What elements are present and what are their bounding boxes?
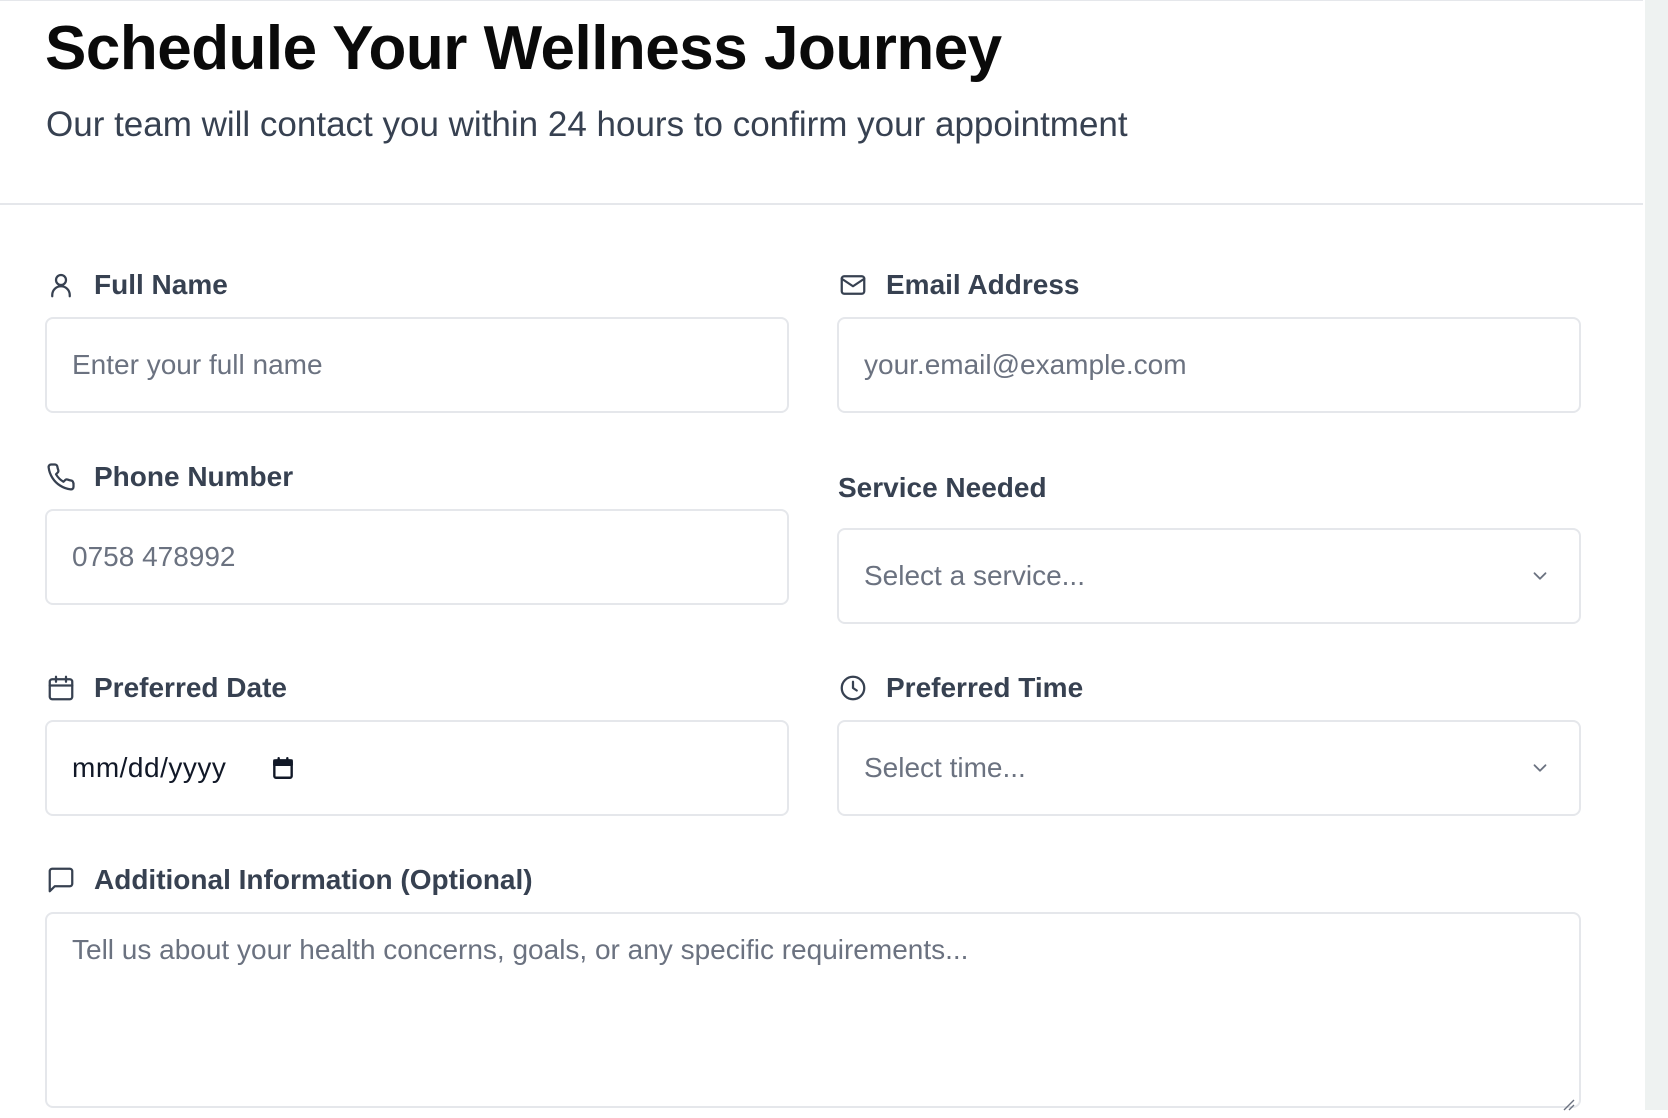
full-name-placeholder: Enter your full name bbox=[72, 349, 323, 380]
phone-input[interactable]: 0758 478992 bbox=[45, 509, 789, 605]
service-label-text: Service Needed bbox=[838, 472, 1047, 503]
additional-label-text: Additional Information (Optional) bbox=[94, 864, 533, 895]
user-icon bbox=[46, 270, 76, 300]
phone-label: Phone Number bbox=[46, 461, 293, 493]
email-label: Email Address bbox=[838, 269, 1079, 301]
resize-handle-icon[interactable] bbox=[1559, 1086, 1575, 1111]
chevron-down-icon bbox=[1529, 565, 1551, 587]
phone-placeholder: 0758 478992 bbox=[72, 541, 236, 572]
phone-icon bbox=[46, 462, 76, 492]
phone-label-text: Phone Number bbox=[94, 461, 294, 492]
service-select[interactable]: Select a service... bbox=[837, 528, 1581, 624]
clock-icon bbox=[838, 673, 868, 703]
time-label: Preferred Time bbox=[838, 672, 1083, 704]
scrollbar-track[interactable] bbox=[1645, 0, 1668, 1110]
appointment-card: Schedule Your Wellness Journey Our team … bbox=[0, 0, 1643, 1111]
page-subtitle: Our team will contact you within 24 hour… bbox=[46, 105, 1128, 144]
additional-label: Additional Information (Optional) bbox=[46, 864, 533, 896]
time-selected: Select time... bbox=[864, 752, 1026, 783]
form-header: Schedule Your Wellness Journey Our team … bbox=[0, 1, 1643, 205]
full-name-label: Full Name bbox=[46, 269, 228, 301]
time-label-text: Preferred Time bbox=[886, 672, 1084, 703]
service-selected: Select a service... bbox=[864, 560, 1085, 591]
mail-icon bbox=[838, 270, 868, 300]
date-input[interactable]: mm/dd/yyyy bbox=[45, 720, 789, 816]
message-icon bbox=[46, 865, 76, 895]
calendar-picker-icon[interactable] bbox=[270, 755, 296, 781]
date-label-text: Preferred Date bbox=[94, 672, 287, 703]
email-label-text: Email Address bbox=[886, 269, 1080, 300]
additional-textarea[interactable]: Tell us about your health concerns, goal… bbox=[45, 912, 1581, 1111]
calendar-icon bbox=[46, 673, 76, 703]
service-label: Service Needed bbox=[838, 472, 1047, 504]
email-input[interactable]: your.email@example.com bbox=[837, 317, 1581, 413]
chevron-down-icon bbox=[1529, 757, 1551, 779]
full-name-input[interactable]: Enter your full name bbox=[45, 317, 789, 413]
date-label: Preferred Date bbox=[46, 672, 287, 704]
date-value: mm/dd/yyyy bbox=[72, 752, 227, 783]
additional-placeholder: Tell us about your health concerns, goal… bbox=[72, 934, 969, 965]
time-select[interactable]: Select time... bbox=[837, 720, 1581, 816]
full-name-label-text: Full Name bbox=[94, 269, 228, 300]
page-title: Schedule Your Wellness Journey bbox=[45, 14, 1002, 83]
email-placeholder: your.email@example.com bbox=[864, 349, 1187, 380]
